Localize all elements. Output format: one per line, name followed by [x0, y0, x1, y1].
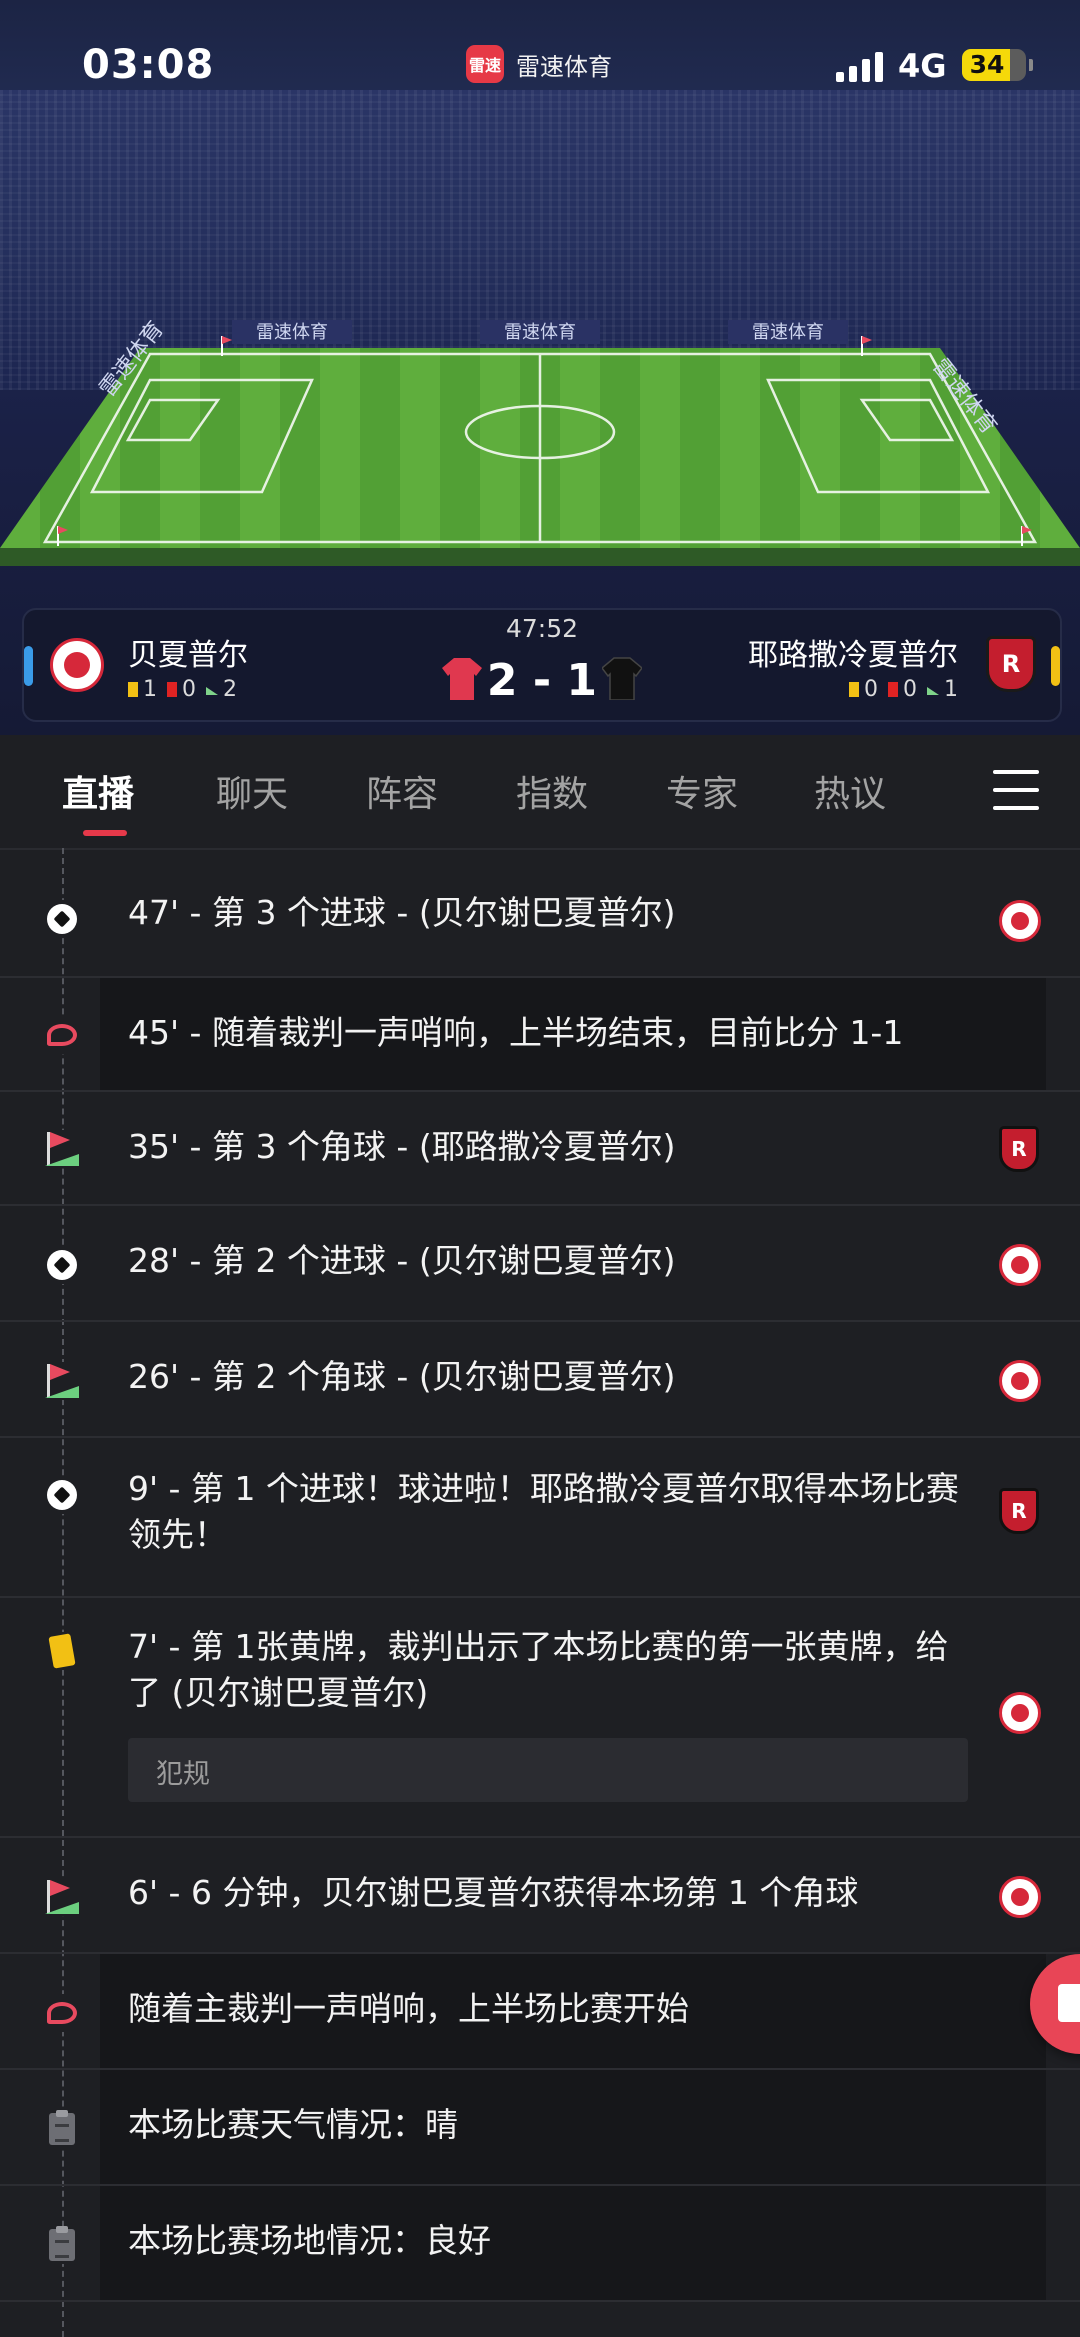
app-brand: 雷速 雷速体育	[466, 45, 612, 83]
home-team-badge-icon	[999, 900, 1041, 942]
status-bar: 03:08 雷速 雷速体育 4G 34	[0, 0, 1080, 130]
event-text: 26' - 第 2 个角球 - (贝尔谢巴夏普尔)	[128, 1357, 676, 1396]
edit-icon	[1058, 1984, 1080, 2022]
event-tag: 犯规	[128, 1738, 968, 1802]
ad-board-1: 雷速体育	[232, 320, 352, 344]
away-team-badge-icon: R	[999, 1126, 1039, 1172]
battery-level: 34	[969, 50, 1005, 79]
away-kit-icon	[602, 657, 642, 700]
away-side-indicator	[1051, 646, 1060, 686]
away-red-cards: 0	[888, 677, 917, 702]
event-item[interactable]: 45' - 随着裁判一声哨响，上半场结束，目前比分 1-1	[0, 978, 1080, 1092]
clipboard-icon	[43, 2226, 81, 2264]
battery-icon: 34	[962, 49, 1026, 81]
away-team-name[interactable]: 耶路撒冷夏普尔	[748, 630, 958, 674]
corner-flag-icon	[927, 687, 939, 695]
football-pitch: 雷速体育 雷速体育 雷速体育 雷速体育 雷速体育	[0, 320, 1080, 566]
event-tag-label: 犯规	[156, 1759, 210, 1790]
tab-bar: 直播 聊天 阵容 指数 专家 热议	[0, 735, 1080, 850]
scoreboard[interactable]: 贝夏普尔 1 0 2 47:52 2 - 1 耶路撒冷夏普尔 0 0 1 R	[22, 608, 1062, 722]
ad-board-2: 雷速体育	[480, 320, 600, 344]
svg-text:雷速体育: 雷速体育	[256, 322, 328, 343]
event-item[interactable]: 本场比赛场地情况：良好	[0, 2186, 1080, 2302]
away-yellow-cards: 0	[849, 677, 878, 702]
yellow-card-icon	[43, 1632, 81, 1670]
battery-tip	[1029, 59, 1033, 71]
active-tab-indicator	[83, 830, 127, 836]
stadium-header: 雷速体育 雷速体育 雷速体育 雷速体育 雷速体育 03:08 雷速 雷速体育 4…	[0, 0, 1080, 735]
away-team-badge-icon[interactable]: R	[986, 636, 1036, 692]
event-item[interactable]: 26' - 第 2 个角球 - (贝尔谢巴夏普尔)	[0, 1322, 1080, 1438]
away-corners: 1	[927, 677, 958, 702]
event-text: 7' - 第 1张黄牌，裁判出示了本场比赛的第一张黄牌，给了 (贝尔谢巴夏普尔)	[128, 1627, 949, 1712]
svg-text:雷速体育: 雷速体育	[752, 322, 824, 343]
event-text: 6' - 6 分钟，贝尔谢巴夏普尔获得本场第 1 个角球	[128, 1873, 859, 1912]
corner-flag-icon	[43, 1130, 81, 1168]
tab-live[interactable]: 直播	[62, 765, 134, 817]
soccer-ball-icon	[43, 1246, 81, 1284]
clipboard-icon	[43, 2110, 81, 2148]
network-type: 4G	[898, 47, 947, 85]
yellow-card-icon	[849, 682, 859, 697]
whistle-icon	[43, 1994, 81, 2032]
corner-flag-icon	[43, 1362, 81, 1400]
home-team-badge-icon	[999, 1876, 1041, 1918]
event-text: 本场比赛天气情况：晴	[128, 2105, 458, 2144]
soccer-ball-icon	[43, 900, 81, 938]
ad-board-3: 雷速体育	[728, 320, 848, 344]
event-item[interactable]: 28' - 第 2 个进球 - (贝尔谢巴夏普尔)	[0, 1206, 1080, 1322]
app-name: 雷速体育	[516, 52, 612, 81]
event-item[interactable]: 本场比赛天气情况：晴	[0, 2070, 1080, 2186]
home-team-badge-icon	[999, 1692, 1041, 1734]
tab-lineup[interactable]: 阵容	[366, 765, 438, 817]
event-item[interactable]: 47' - 第 3 个进球 - (贝尔谢巴夏普尔)	[0, 848, 1080, 978]
menu-icon[interactable]	[993, 770, 1039, 810]
home-team-badge-icon	[999, 1244, 1041, 1286]
app-logo-icon: 雷速	[466, 45, 504, 83]
home-team-badge-icon	[999, 1360, 1041, 1402]
event-text: 35' - 第 3 个角球 - (耶路撒冷夏普尔)	[128, 1127, 676, 1166]
event-item[interactable]: 随着主裁判一声哨响，上半场比赛开始	[0, 1954, 1080, 2070]
tab-odds[interactable]: 指数	[516, 765, 588, 817]
corner-flag-icon	[43, 1878, 81, 1916]
event-text: 47' - 第 3 个进球 - (贝尔谢巴夏普尔)	[128, 893, 676, 932]
whistle-icon	[43, 1016, 81, 1054]
event-text: 28' - 第 2 个进球 - (贝尔谢巴夏普尔)	[128, 1241, 676, 1280]
event-text: 随着主裁判一声哨响，上半场比赛开始	[128, 1989, 689, 2028]
live-event-timeline: 47' - 第 3 个进球 - (贝尔谢巴夏普尔) 45' - 随着裁判一声哨响…	[0, 848, 1080, 2337]
away-team-stats: 0 0 1	[849, 677, 958, 702]
tab-discussion[interactable]: 热议	[814, 765, 886, 817]
event-text: 45' - 随着裁判一声哨响，上半场结束，目前比分 1-1	[128, 1013, 904, 1052]
status-time: 03:08	[82, 42, 215, 88]
event-item[interactable]: 6' - 6 分钟，贝尔谢巴夏普尔获得本场第 1 个角球	[0, 1838, 1080, 1954]
signal-strength-icon	[836, 50, 883, 82]
event-item[interactable]: 35' - 第 3 个角球 - (耶路撒冷夏普尔) R	[0, 1092, 1080, 1206]
tab-experts[interactable]: 专家	[666, 765, 738, 817]
soccer-ball-icon	[43, 1476, 81, 1514]
red-card-icon	[888, 682, 898, 697]
event-text: 本场比赛场地情况：良好	[128, 2221, 491, 2260]
away-team-badge-icon: R	[999, 1488, 1039, 1534]
event-item[interactable]: 7' - 第 1张黄牌，裁判出示了本场比赛的第一张黄牌，给了 (贝尔谢巴夏普尔)…	[0, 1598, 1080, 1838]
svg-text:雷速体育: 雷速体育	[504, 322, 576, 343]
tab-chat[interactable]: 聊天	[216, 765, 288, 817]
event-item[interactable]: 9' - 第 1 个进球！球进啦！耶路撒冷夏普尔取得本场比赛领先！ R	[0, 1438, 1080, 1598]
event-text: 9' - 第 1 个进球！球进啦！耶路撒冷夏普尔取得本场比赛领先！	[128, 1469, 959, 1554]
